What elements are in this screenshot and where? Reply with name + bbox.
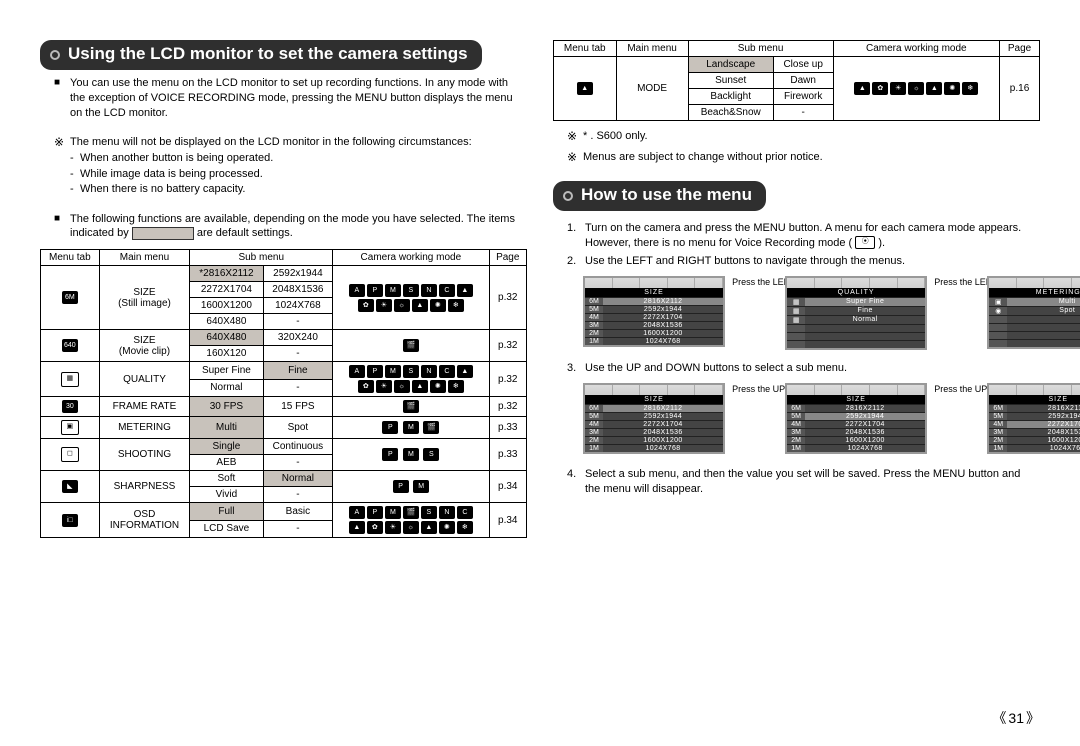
table-row: ◻ SHOOTING SingleContinuous P M S p.33 [41, 439, 527, 455]
hint-left-right: Press the LEFT or RIGHT button. [732, 277, 778, 287]
functions-lead: ■ The following functions are available,… [54, 212, 523, 242]
hint-up-down: Press the UP or DOWN button. [732, 384, 778, 394]
table-row: 6M SIZE(Still image) *2816X21122592x1944… [41, 266, 527, 282]
list-item: When there is no battery capacity. [70, 182, 527, 197]
lcd-size-screenshot-3: SIZE 6M2816X2112 5M2592x1944 4M2272X1704… [987, 383, 1080, 454]
size-6m-icon: 6M [62, 291, 78, 304]
page-number: 31 [992, 708, 1040, 728]
mode-table: Menu tab Main menu Sub menu Camera worki… [553, 40, 1040, 121]
reference-mark-icon: ※ [567, 150, 583, 165]
heading-lcd-settings: Using the LCD monitor to set the camera … [40, 40, 482, 70]
note-change: ※ Menus are subject to change without pr… [567, 150, 1036, 165]
scene-mode-icon: ▲ [577, 82, 593, 95]
table-header-row: Menu tab Main menu Sub menu Camera worki… [554, 41, 1040, 57]
reference-mark-icon: ※ [54, 135, 70, 150]
shooting-icon: ◻ [61, 447, 79, 462]
right-column: Menu tab Main menu Sub menu Camera worki… [553, 40, 1040, 538]
frame-rate-icon: 30 [62, 400, 78, 413]
step-2: 2.Use the LEFT and RIGHT buttons to navi… [567, 254, 1036, 269]
lcd-quality-screenshot: QUALITY ▦Super Fine ▦Fine ▦Normal [785, 276, 927, 350]
table-row: ▣ METERING MultiSpot P M 🎬 p.33 [41, 417, 527, 439]
left-column: Using the LCD monitor to set the camera … [40, 40, 527, 538]
step-3: 3.Use the UP and DOWN buttons to select … [567, 361, 1036, 376]
list-item: While image data is being processed. [70, 167, 527, 182]
list-item: When another button is being operated. [70, 151, 527, 166]
table-header-row: Menu tab Main menu Sub menu Camera worki… [41, 250, 527, 266]
square-bullet-icon: ■ [54, 213, 70, 242]
lcd-row-2: SIZE 6M2816X2112 5M2592x1944 4M2272X1704… [581, 380, 1040, 457]
intro-paragraph: ■ You can use the menu on the LCD monito… [54, 76, 523, 121]
lcd-size-screenshot-2: SIZE 6M2816X2112 5M2592x1944 4M2272X1704… [785, 383, 927, 454]
reference-mark-icon: ※ [567, 129, 583, 144]
lcd-metering-screenshot: METERING ▣Multi ◉Spot [987, 276, 1080, 349]
note-s600: ※ * . S600 only. [567, 129, 1036, 144]
hint-up-down: Press the UP or DOWN button. [934, 384, 980, 394]
table-row: 640 SIZE(Movie clip) 640X480320X240 🎬 p.… [41, 330, 527, 346]
table-row: ▦ QUALITY Super FineFine APMSNC▲✿☀☼▲✺❄ p… [41, 362, 527, 380]
step-4: 4.Select a sub menu, and then the value … [567, 467, 1036, 497]
quality-icon: ▦ [61, 372, 79, 387]
osd-icon: i□ [62, 514, 78, 527]
table-row: ◣ SHARPNESS SoftNormal P M p.34 [41, 471, 527, 487]
movie-mode-icon: 🎬 [403, 400, 419, 413]
metering-icon: ▣ [61, 420, 79, 435]
table-row: ▲ MODE LandscapeClose up ▲✿☀☼▲✺❄ p.16 [554, 57, 1040, 73]
not-displayed-lead: ※ The menu will not be displayed on the … [54, 135, 523, 150]
sharpness-icon: ◣ [62, 480, 78, 493]
functions-table: Menu tab Main menu Sub menu Camera worki… [40, 249, 527, 538]
movie-640-icon: 640 [62, 339, 78, 352]
default-swatch-icon [132, 227, 194, 240]
movie-mode-icon: 🎬 [403, 339, 419, 352]
step-1: 1. Turn on the camera and press the MENU… [567, 221, 1036, 251]
not-displayed-list: When another button is being operated. W… [70, 151, 527, 197]
lcd-size-screenshot: SIZE 6M2816X2112 5M2592x1944 4M2272X1704… [583, 276, 725, 347]
square-bullet-icon: ■ [54, 77, 70, 121]
hint-left-right: Press the LEFT or RIGHT button. [934, 277, 980, 287]
camera-mode-icons: APMSNC▲✿☀☼▲✺❄ [333, 266, 489, 330]
voice-recording-icon: ⦿ [855, 236, 875, 249]
lcd-row-1: SIZE 6M2816X2112 5M2592x1944 4M2272X1704… [581, 273, 1040, 353]
table-row: 30 FRAME RATE 30 FPS15 FPS 🎬 p.32 [41, 397, 527, 417]
table-row: i□ OSDINFORMATION FullBasic APM🎬SNC▲✿☀☼▲… [41, 503, 527, 521]
heading-how-to-use-menu: How to use the menu [553, 181, 766, 211]
lcd-size-screenshot: SIZE 6M2816X2112 5M2592x1944 4M2272X1704… [583, 383, 725, 454]
